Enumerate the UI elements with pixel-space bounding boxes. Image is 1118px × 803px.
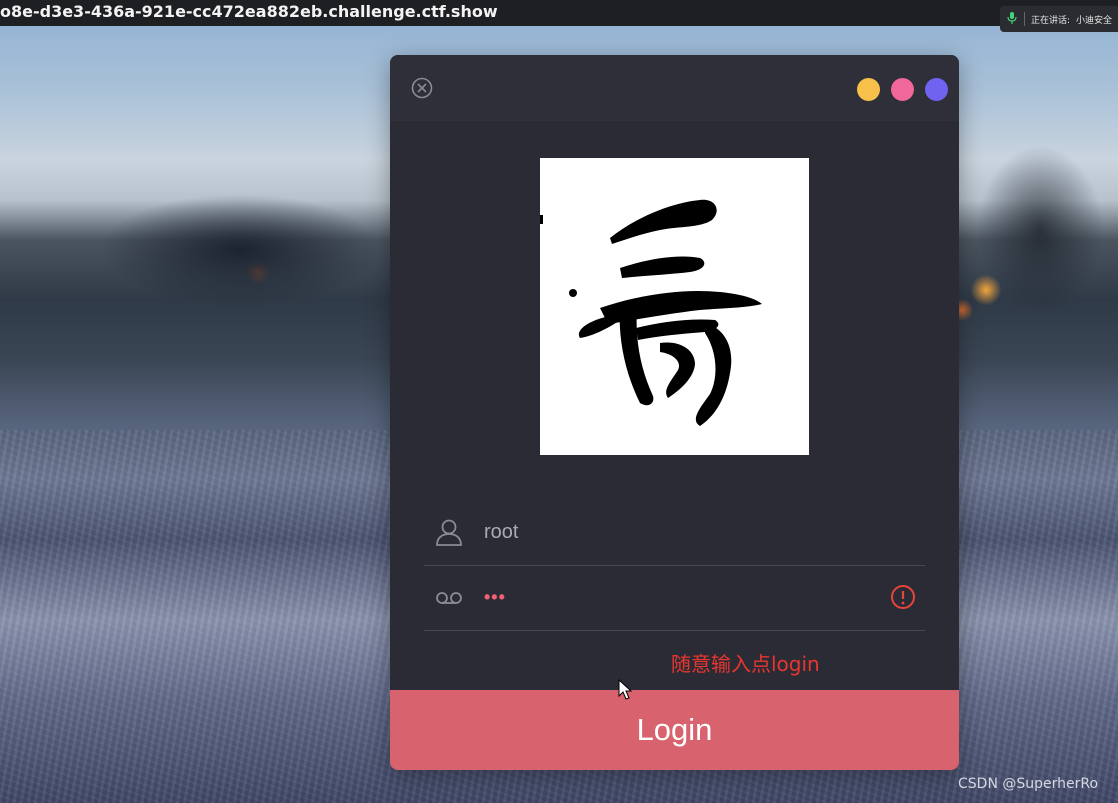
speaking-status: 正在讲话: (1031, 15, 1071, 26)
annotation-text: 随意输入点login (671, 652, 820, 676)
divider (1024, 12, 1025, 26)
close-icon[interactable] (411, 77, 433, 99)
password-value[interactable]: ••• (484, 587, 506, 608)
address-url[interactable]: o8e-d3e3-436a-921e-cc472ea882eb.challeng… (0, 2, 498, 21)
dialog-header (390, 55, 959, 123)
warning-circle-icon (890, 584, 916, 610)
window-dot-yellow[interactable] (857, 78, 880, 101)
window-dot-pink[interactable] (891, 78, 914, 101)
username-value[interactable]: root (484, 521, 518, 544)
voicemail-key-icon (434, 582, 464, 612)
login-dialog: root ••• 随意输入点login Login (390, 55, 959, 770)
microphone-icon (1000, 11, 1024, 27)
password-field[interactable]: ••• (424, 566, 925, 631)
watermark-text: CSDN @SuperherRo (958, 776, 1099, 792)
calligraphy-image (540, 158, 809, 455)
username-field[interactable]: root (424, 501, 925, 566)
window-dot-purple[interactable] (925, 78, 948, 101)
meeting-speaking-indicator[interactable]: 正在讲话: 小迪安全 (1000, 6, 1118, 32)
mouse-cursor-icon (618, 678, 634, 701)
login-button[interactable]: Login (390, 690, 959, 770)
speaker-name: 小迪安全 (1076, 15, 1113, 26)
browser-address-bar[interactable]: o8e-d3e3-436a-921e-cc472ea882eb.challeng… (0, 0, 1118, 26)
user-icon (434, 517, 464, 547)
